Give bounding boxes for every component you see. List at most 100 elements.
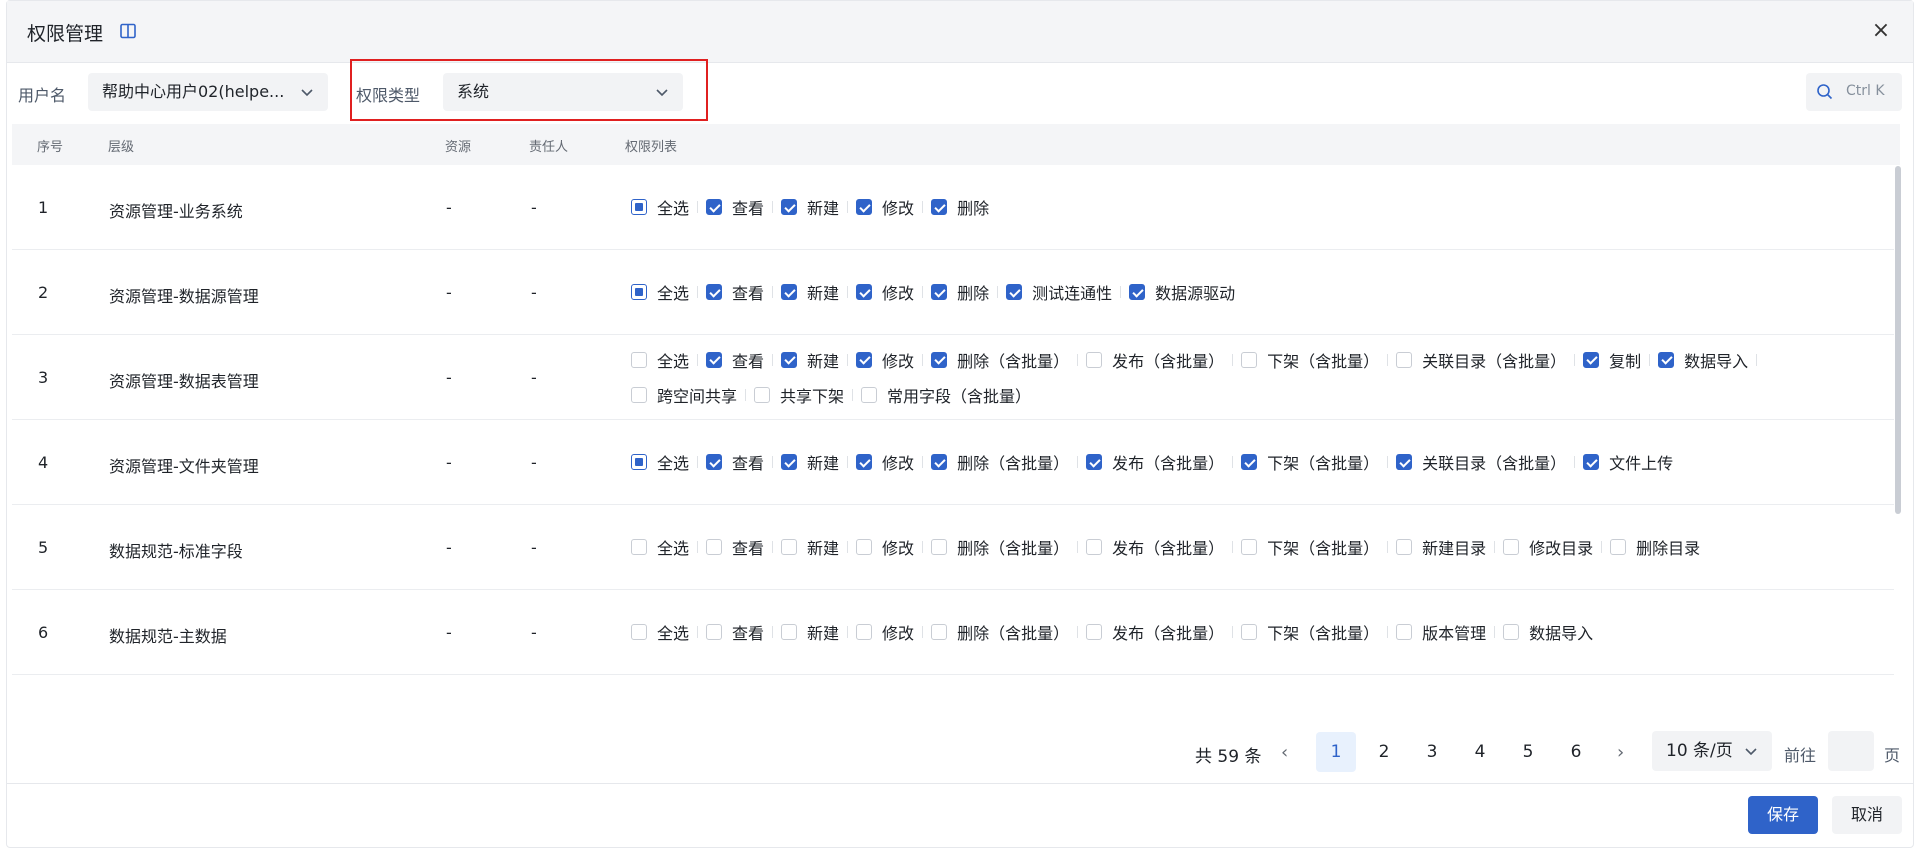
checkbox-empty-icon[interactable] [1396, 351, 1413, 368]
checkbox-checked-icon[interactable] [856, 199, 873, 215]
page-button-1[interactable]: 1 [1316, 732, 1356, 772]
checkbox-empty-icon[interactable] [1610, 539, 1627, 555]
checkbox-empty-icon[interactable] [1503, 624, 1520, 640]
checkbox-checked-icon[interactable] [706, 284, 723, 300]
save-button[interactable]: 保存 [1748, 796, 1818, 834]
checkbox-empty-icon[interactable] [1396, 539, 1413, 555]
page-size-select[interactable]: 10 条/页 [1652, 731, 1772, 771]
checkbox-empty-icon[interactable] [856, 539, 873, 555]
permission-checkbox[interactable]: 全选 [631, 452, 706, 473]
checkbox-empty-icon[interactable] [631, 539, 647, 555]
permission-checkbox[interactable]: 新建 [781, 537, 856, 558]
perm-type-select[interactable]: 系统 [443, 73, 683, 111]
permission-checkbox[interactable]: 全选 [631, 622, 706, 643]
search-input[interactable]: Ctrl K [1806, 73, 1902, 111]
permission-checkbox[interactable]: 新建目录 [1396, 537, 1503, 558]
permission-checkbox[interactable]: 修改 [856, 452, 931, 473]
permission-checkbox[interactable]: 修改 [856, 622, 931, 643]
checkbox-checked-icon[interactable] [706, 199, 723, 215]
checkbox-empty-icon[interactable] [754, 386, 771, 403]
page-button-4[interactable]: 4 [1460, 732, 1500, 772]
checkbox-checked-icon[interactable] [1396, 454, 1413, 470]
checkbox-checked-icon[interactable] [931, 199, 948, 215]
permission-checkbox[interactable]: 删除（含批量） [931, 537, 1086, 558]
checkbox-empty-icon[interactable] [1241, 539, 1258, 555]
permission-checkbox[interactable]: 新建 [781, 622, 856, 643]
checkbox-empty-icon[interactable] [706, 624, 723, 640]
checkbox-empty-icon[interactable] [856, 624, 873, 640]
permission-checkbox[interactable]: 数据导入 [1658, 350, 1765, 371]
checkbox-empty-icon[interactable] [861, 386, 878, 403]
checkbox-checked-icon[interactable] [1658, 351, 1675, 368]
permission-checkbox[interactable]: 修改 [856, 282, 931, 303]
checkbox-empty-icon[interactable] [781, 539, 798, 555]
checkbox-empty-icon[interactable] [631, 351, 647, 368]
checkbox-checked-icon[interactable] [1129, 284, 1146, 300]
cancel-button[interactable]: 取消 [1832, 796, 1902, 834]
permission-checkbox[interactable]: 版本管理 [1396, 622, 1503, 643]
checkbox-checked-icon[interactable] [1006, 284, 1023, 300]
permission-checkbox[interactable]: 查看 [706, 452, 781, 473]
permission-checkbox[interactable]: 修改目录 [1503, 537, 1610, 558]
checkbox-indeterminate-icon[interactable] [631, 454, 647, 470]
checkbox-checked-icon[interactable] [856, 351, 873, 368]
permission-checkbox[interactable]: 复制 [1583, 350, 1658, 371]
permission-checkbox[interactable]: 共享下架 [754, 385, 861, 406]
goto-page-input[interactable] [1828, 731, 1874, 771]
checkbox-empty-icon[interactable] [931, 539, 948, 555]
permission-checkbox[interactable]: 发布（含批量） [1086, 622, 1241, 643]
checkbox-checked-icon[interactable] [781, 199, 798, 215]
close-icon[interactable]: × [1869, 19, 1893, 43]
checkbox-checked-icon[interactable] [706, 454, 723, 470]
page-button-5[interactable]: 5 [1508, 732, 1548, 772]
permission-checkbox[interactable]: 查看 [706, 197, 781, 218]
permission-checkbox[interactable]: 删除（含批量） [931, 350, 1086, 371]
permission-checkbox[interactable]: 文件上传 [1583, 452, 1690, 473]
checkbox-checked-icon[interactable] [781, 454, 798, 470]
checkbox-indeterminate-icon[interactable] [631, 199, 647, 215]
page-button-3[interactable]: 3 [1412, 732, 1452, 772]
permission-checkbox[interactable]: 数据导入 [1503, 622, 1610, 643]
prev-page-icon[interactable]: ‹ [1281, 742, 1288, 763]
checkbox-empty-icon[interactable] [1086, 624, 1103, 640]
permission-checkbox[interactable]: 修改 [856, 197, 931, 218]
checkbox-checked-icon[interactable] [1241, 454, 1258, 470]
book-icon[interactable] [119, 22, 137, 40]
checkbox-empty-icon[interactable] [1241, 624, 1258, 640]
checkbox-checked-icon[interactable] [1086, 454, 1103, 470]
permission-checkbox[interactable]: 删除（含批量） [931, 452, 1086, 473]
permission-checkbox[interactable]: 下架（含批量） [1241, 622, 1396, 643]
permission-checkbox[interactable]: 查看 [706, 350, 781, 371]
permission-checkbox[interactable]: 全选 [631, 282, 706, 303]
checkbox-empty-icon[interactable] [706, 539, 723, 555]
checkbox-checked-icon[interactable] [931, 351, 948, 368]
checkbox-checked-icon[interactable] [781, 284, 798, 300]
permission-checkbox[interactable]: 删除目录 [1610, 537, 1717, 558]
permission-checkbox[interactable]: 全选 [631, 197, 706, 218]
permission-checkbox[interactable]: 删除 [931, 197, 1006, 218]
permission-checkbox[interactable]: 全选 [631, 537, 706, 558]
checkbox-empty-icon[interactable] [1086, 539, 1103, 555]
checkbox-checked-icon[interactable] [1583, 351, 1600, 368]
table-scrollbar-thumb[interactable] [1895, 166, 1901, 514]
checkbox-checked-icon[interactable] [856, 454, 873, 470]
permission-checkbox[interactable]: 全选 [631, 350, 706, 371]
next-page-icon[interactable]: › [1617, 742, 1624, 763]
permission-checkbox[interactable]: 数据源驱动 [1129, 282, 1252, 303]
checkbox-checked-icon[interactable] [1583, 454, 1600, 470]
checkbox-empty-icon[interactable] [1086, 351, 1103, 368]
permission-checkbox[interactable]: 常用字段（含批量） [861, 385, 1048, 406]
permission-checkbox[interactable]: 修改 [856, 350, 931, 371]
checkbox-empty-icon[interactable] [1241, 351, 1258, 368]
checkbox-empty-icon[interactable] [1396, 624, 1413, 640]
permission-checkbox[interactable]: 测试连通性 [1006, 282, 1129, 303]
page-button-2[interactable]: 2 [1364, 732, 1404, 772]
permission-checkbox[interactable]: 发布（含批量） [1086, 452, 1241, 473]
permission-checkbox[interactable]: 删除 [931, 282, 1006, 303]
permission-checkbox[interactable]: 查看 [706, 622, 781, 643]
permission-checkbox[interactable]: 发布（含批量） [1086, 350, 1241, 371]
permission-checkbox[interactable]: 关联目录（含批量） [1396, 350, 1583, 371]
checkbox-checked-icon[interactable] [781, 351, 798, 368]
checkbox-empty-icon[interactable] [931, 624, 948, 640]
permission-checkbox[interactable]: 修改 [856, 537, 931, 558]
